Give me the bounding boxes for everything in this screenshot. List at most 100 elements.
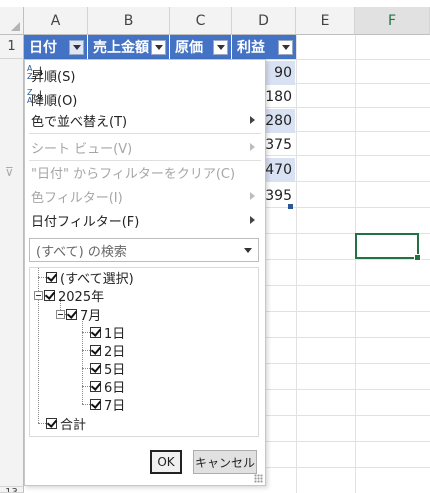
cancel-button[interactable]: キャンセル [193, 450, 257, 474]
grid-row-line [266, 311, 430, 312]
menu-clear-filter: ⊽ "日付" からフィルターをクリア(C) [5, 161, 265, 183]
checkbox-checked[interactable] [46, 417, 57, 429]
checkbox-checked[interactable] [44, 289, 55, 301]
filter-dropdown-date[interactable] [69, 40, 84, 55]
checkbox-checked[interactable] [66, 308, 77, 320]
col-header-d[interactable]: D [232, 7, 296, 35]
chevron-down-icon[interactable] [244, 248, 252, 253]
tree-label: 2日 [104, 344, 126, 360]
profit-cell[interactable]: 375 [265, 133, 295, 157]
sort-by-color-label: 色で並べ替え(T) [31, 114, 128, 130]
filter-value-tree: (すべて選択) 2025年 7月 1日 2日 5日 6日 7日 合計 [29, 267, 259, 437]
ok-button[interactable]: OK [150, 450, 182, 474]
chevron-down-icon [72, 45, 81, 50]
sheet-view-label: シート ビュー(V) [31, 141, 133, 157]
tree-select-all[interactable]: (すべて選択) [46, 268, 134, 287]
chevron-down-icon [281, 45, 290, 50]
table-resize-handle[interactable] [288, 204, 293, 209]
date-filter-label: 日付フィルター(F) [31, 214, 140, 230]
tree-day[interactable]: 6日 [90, 377, 126, 396]
tree-day[interactable]: 7日 [90, 395, 126, 414]
row-header-13[interactable]: 13 [0, 487, 24, 493]
tree-year[interactable]: 2025年 [34, 286, 104, 305]
checkbox-checked[interactable] [90, 362, 101, 374]
tree-connector [82, 386, 90, 387]
tree-label: 5日 [104, 362, 126, 378]
grid-row-line [266, 363, 430, 364]
filter-dropdown-profit[interactable] [278, 40, 293, 55]
tree-connector [82, 368, 90, 369]
tree-connector [38, 277, 46, 278]
clear-filter-label: "日付" からフィルターをクリア(C) [31, 166, 236, 182]
chevron-right-icon [250, 192, 255, 200]
checkbox-checked[interactable] [90, 380, 101, 392]
header-sales-label: 売上金額 [93, 40, 149, 56]
grid-row-line [266, 389, 430, 390]
grid-row-line [266, 415, 430, 416]
profit-cell[interactable]: 280 [265, 109, 295, 133]
tree-day[interactable]: 5日 [90, 359, 126, 378]
profit-cell[interactable]: 180 [265, 85, 295, 109]
tree-label: 7月 [80, 308, 102, 324]
tree-connector [82, 332, 90, 333]
grid-row-line [266, 59, 430, 60]
tree-total[interactable]: 合計 [46, 414, 87, 433]
tree-label: 1日 [104, 326, 126, 342]
tree-month[interactable]: 7月 [56, 305, 102, 324]
profit-cell[interactable]: 470 [265, 158, 295, 182]
header-cost-label: 原価 [175, 40, 203, 56]
menu-date-filter[interactable]: 日付フィルター(F) [25, 209, 265, 231]
grid-row-line [266, 467, 430, 468]
row-header-1[interactable]: 1 [0, 35, 24, 59]
menu-color-filter: 色フィルター(I) [25, 185, 265, 207]
tree-day[interactable]: 1日 [90, 323, 126, 342]
menu-sort-by-color[interactable]: 色で並べ替え(T) [25, 109, 265, 131]
chevron-right-icon [250, 116, 255, 124]
checkbox-checked[interactable] [90, 398, 101, 410]
row-headers-hidden [0, 59, 24, 487]
sort-ascending-text: 昇順(S) [31, 70, 76, 85]
tree-label: 7日 [104, 398, 126, 414]
collapse-toggle-icon[interactable] [56, 309, 65, 319]
col-header-f[interactable]: F [355, 7, 430, 35]
table-header-date: 日付 [24, 35, 88, 59]
grid-row-line [266, 441, 430, 442]
col-header-e[interactable]: E [296, 7, 355, 35]
checkbox-checked[interactable] [90, 344, 101, 356]
menu-divider [29, 133, 261, 134]
chevron-right-icon [250, 143, 255, 151]
grid-row-line [266, 285, 430, 286]
filter-dropdown-sales[interactable] [151, 40, 166, 55]
tree-connector [82, 404, 90, 405]
col-header-b[interactable]: B [88, 7, 170, 35]
grid-row-line [266, 337, 430, 338]
sort-descending-text: 降順(O) [31, 94, 78, 109]
chevron-down-icon [216, 45, 225, 50]
select-all-corner[interactable] [0, 7, 24, 35]
collapse-toggle-icon[interactable] [34, 290, 43, 300]
color-filter-label: 色フィルター(I) [31, 190, 123, 206]
filter-search-box[interactable]: (すべて) の検索 [29, 238, 259, 262]
col-header-a[interactable]: A [24, 7, 88, 35]
checkbox-checked[interactable] [90, 326, 101, 338]
search-placeholder: (すべて) の検索 [36, 244, 127, 260]
checkbox-checked[interactable] [46, 271, 57, 283]
autofilter-menu: A Z ↓ Z A ↓ 昇順(S) 降順(O) 色で並べ替え(T) シート ビュ… [5, 59, 266, 486]
tree-day[interactable]: 2日 [90, 341, 126, 360]
table-header-cost: 原価 [170, 35, 232, 59]
tree-connector [38, 423, 46, 424]
header-profit-label: 利益 [237, 40, 265, 56]
active-cell[interactable] [355, 233, 421, 261]
table-header-profit: 利益 [232, 35, 296, 59]
grid-col-line [296, 35, 297, 493]
menu-sheet-view: シート ビュー(V) [25, 136, 265, 158]
tree-label: 合計 [60, 417, 87, 433]
tree-label: (すべて選択) [60, 271, 134, 287]
filter-dropdown-cost[interactable] [213, 40, 228, 55]
header-date-label: 日付 [29, 40, 57, 56]
col-header-c[interactable]: C [170, 7, 232, 35]
tree-label: 6日 [104, 380, 126, 396]
grid-row-line [266, 259, 430, 260]
profit-cell[interactable]: 90 [265, 61, 295, 85]
resize-grip-icon[interactable] [254, 474, 263, 483]
